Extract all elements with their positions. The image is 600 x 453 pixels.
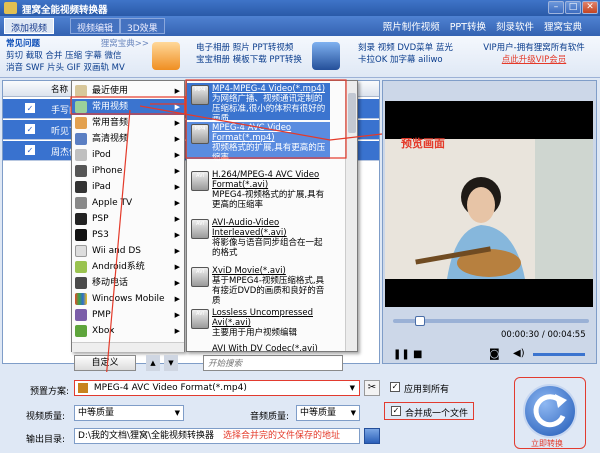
preset-format-icon — [78, 382, 88, 393]
convert-label: 立即转换 — [531, 439, 563, 448]
chevron-down-icon[interactable]: ▼ — [351, 406, 356, 420]
audio-quality-label: 音频质量: — [250, 412, 290, 422]
merge-checkbox[interactable]: ✓ — [391, 406, 401, 416]
video-quality-label: 视频质量: — [26, 412, 66, 422]
settings-panel: 预置方案: MPEG-4 AVC Video Format(*.mp4) ▼ ✂… — [0, 372, 600, 453]
apply-all-label[interactable]: 应用到所有 — [404, 382, 449, 395]
merge-option-highlight: ✓ 合并成一个文件 — [384, 402, 474, 420]
output-path-value: D:\我的文档\狸窝\全能视频转换器 — [78, 431, 215, 441]
output-path-field[interactable]: D:\我的文档\狸窝\全能视频转换器 选择合并完的文件保存的地址 — [74, 428, 360, 444]
preset-label: 预置方案: — [30, 387, 70, 397]
settings-tools-icon[interactable]: ✂ — [364, 380, 380, 396]
apply-all-checkbox[interactable]: ✓ — [390, 382, 400, 392]
audio-quality-select[interactable]: 中等质量 ▼ — [296, 405, 360, 421]
merge-label[interactable]: 合并成一个文件 — [405, 406, 468, 419]
preset-value: MPEG-4 AVC Video Format(*.mp4) — [93, 383, 247, 393]
annotation-arrow — [105, 109, 131, 381]
convert-highlight: 立即转换 — [514, 377, 586, 449]
output-label: 输出目录: — [26, 435, 66, 445]
chevron-down-icon[interactable]: ▼ — [175, 406, 180, 420]
chevron-down-icon[interactable]: ▼ — [350, 381, 355, 395]
output-annotation: 选择合并完的文件保存的地址 — [222, 431, 340, 441]
audio-quality-value: 中等质量 — [300, 408, 337, 418]
refresh-icon — [533, 394, 567, 428]
convert-button[interactable] — [523, 384, 577, 438]
preset-dropdown[interactable]: MPEG-4 AVC Video Format(*.mp4) ▼ — [74, 380, 360, 396]
video-quality-select[interactable]: 中等质量 ▼ — [74, 405, 184, 421]
folder-icon[interactable] — [364, 428, 380, 444]
video-quality-value: 中等质量 — [78, 408, 115, 418]
